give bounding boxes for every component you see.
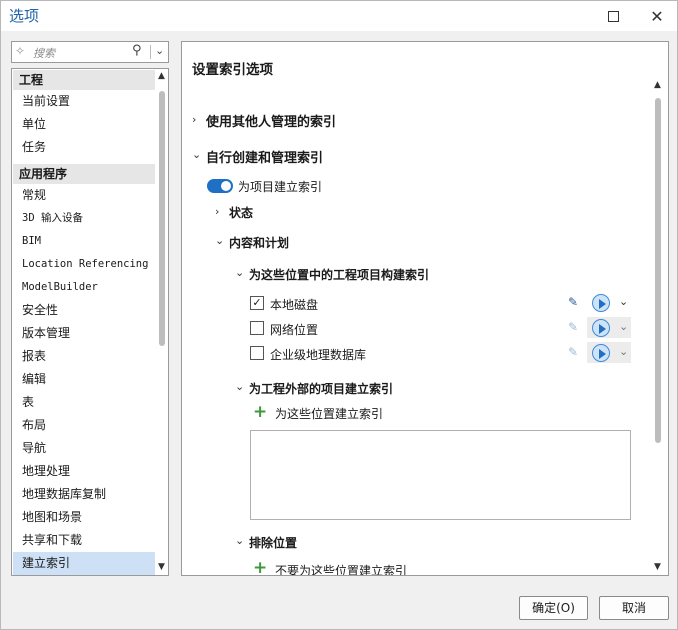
ok-button[interactable]: 确定(O) <box>519 596 588 620</box>
sidebar-item-security[interactable]: 安全性 <box>13 299 155 322</box>
sidebar-item-location-referencing[interactable]: Location Referencing <box>13 253 155 276</box>
chevron-down-icon[interactable]: ⌄ <box>619 320 628 333</box>
section-project-locations[interactable]: 为这些位置中的工程项目构建索引 <box>249 266 429 283</box>
maximize-icon <box>607 10 619 22</box>
page-title: 设置索引选项 <box>192 62 273 78</box>
chevron-down-icon[interactable]: ⌄ <box>192 148 201 161</box>
section-managed-by-others[interactable]: 使用其他人管理的索引 <box>206 111 336 130</box>
settings-scroll-thumb[interactable] <box>655 98 661 443</box>
section-self-managed[interactable]: 自行创建和管理索引 <box>206 147 323 166</box>
play-icon[interactable] <box>592 294 610 312</box>
scroll-up-icon[interactable]: ▲ <box>158 71 165 81</box>
sidebar: 工程 当前设置 单位 任务 应用程序 常规 3D 输入设备 BIM Locati… <box>11 68 169 576</box>
toggle-label: 为项目建立索引 <box>238 180 323 194</box>
play-icon[interactable] <box>592 319 610 337</box>
section-status[interactable]: 状态 <box>229 204 253 221</box>
location-label-enterprise-gdb: 企业级地理数据库 <box>270 348 367 362</box>
close-icon: ✕ <box>650 6 664 26</box>
chevron-down-icon[interactable]: ⌄ <box>235 266 244 279</box>
sidebar-item-reports[interactable]: 报表 <box>13 345 155 368</box>
play-icon[interactable] <box>592 344 610 362</box>
add-locations-link[interactable]: 为这些位置建立索引 <box>275 405 383 422</box>
settings-panel: 设置索引选项 › 使用其他人管理的索引 ⌄ 自行创建和管理索引 为项目建立索引 … <box>181 41 669 576</box>
sidebar-scrollbar[interactable]: ▲ ▼ <box>156 69 168 575</box>
add-icon[interactable]: + <box>253 402 267 422</box>
chevron-down-icon[interactable]: ⌄ <box>619 345 628 358</box>
chevron-down-icon[interactable]: ⌄ <box>235 534 244 547</box>
sidebar-item-current-settings[interactable]: 当前设置 <box>13 90 155 113</box>
cancel-button[interactable]: 取消 <box>599 596 669 620</box>
checkbox-enterprise-gdb[interactable] <box>250 346 264 360</box>
sidebar-item-table[interactable]: 表 <box>13 391 155 414</box>
pencil-icon[interactable]: ✎ <box>568 320 578 334</box>
pencil-icon[interactable]: ✎ <box>568 345 578 359</box>
sparkle-icon: ✧ <box>15 44 26 58</box>
checkbox-local-disk[interactable]: ✓ <box>250 296 264 310</box>
add-icon[interactable]: + <box>253 558 267 575</box>
sidebar-group-project: 工程 <box>13 70 155 90</box>
section-content-plan[interactable]: 内容和计划 <box>229 234 289 251</box>
search-divider <box>150 45 151 59</box>
sidebar-item-units[interactable]: 单位 <box>13 113 155 136</box>
sidebar-item-gdb-replication[interactable]: 地理数据库复制 <box>13 483 155 506</box>
options-dialog: 选项 ✕ ✧ 搜索 ⚲ ⌄ 工程 当前设置 单位 任务 应用程序 常规 3D 输… <box>0 0 678 630</box>
title-bar: 选项 ✕ <box>1 1 677 31</box>
sidebar-item-modelbuilder[interactable]: ModelBuilder <box>13 276 155 299</box>
section-external-items[interactable]: 为工程外部的项目建立索引 <box>249 380 393 397</box>
chevron-down-icon[interactable]: ⌄ <box>215 234 224 247</box>
chevron-down-icon[interactable]: ⌄ <box>235 380 244 393</box>
sidebar-item-general[interactable]: 常规 <box>13 184 155 207</box>
sidebar-item-geoprocessing[interactable]: 地理处理 <box>13 460 155 483</box>
maximize-button[interactable] <box>602 5 624 27</box>
checkbox-network-location[interactable] <box>250 321 264 335</box>
sidebar-item-tasks[interactable]: 任务 <box>13 136 155 159</box>
sidebar-item-bim[interactable]: BIM <box>13 230 155 253</box>
scroll-down-icon[interactable]: ▼ <box>158 562 165 572</box>
sidebar-item-maps-scenes[interactable]: 地图和场景 <box>13 506 155 529</box>
search-input[interactable]: 搜索 <box>33 45 55 61</box>
sidebar-item-3d-input[interactable]: 3D 输入设备 <box>13 207 155 230</box>
index-toggle[interactable] <box>207 179 233 193</box>
sidebar-group-application: 应用程序 <box>13 164 155 184</box>
scroll-down-icon[interactable]: ▼ <box>654 562 661 572</box>
pencil-icon[interactable]: ✎ <box>568 295 578 309</box>
sidebar-item-layout[interactable]: 布局 <box>13 414 155 437</box>
search-box[interactable]: ✧ 搜索 ⚲ ⌄ <box>11 41 169 63</box>
scroll-up-icon[interactable]: ▲ <box>654 80 661 90</box>
sidebar-item-versioning[interactable]: 版本管理 <box>13 322 155 345</box>
close-button[interactable]: ✕ <box>646 5 668 27</box>
chevron-right-icon[interactable]: › <box>215 205 219 218</box>
section-exclude[interactable]: 排除位置 <box>249 534 297 551</box>
location-label-network: 网络位置 <box>270 323 319 337</box>
settings-scrollbar[interactable]: ▲ ▼ <box>652 80 665 574</box>
sidebar-item-editing[interactable]: 编辑 <box>13 368 155 391</box>
sidebar-item-navigation[interactable]: 导航 <box>13 437 155 460</box>
chevron-right-icon[interactable]: › <box>192 113 196 126</box>
sidebar-item-share-download[interactable]: 共享和下载 <box>13 529 155 552</box>
dialog-title: 选项 <box>9 7 40 25</box>
sidebar-item-indexing[interactable]: 建立索引 <box>13 552 155 575</box>
location-label-local-disk: 本地磁盘 <box>270 298 319 312</box>
toggle-knob <box>221 181 231 191</box>
search-icon[interactable]: ⚲ <box>132 43 142 58</box>
sidebar-scroll-thumb[interactable] <box>159 91 165 346</box>
chevron-down-icon[interactable]: ⌄ <box>155 44 164 57</box>
external-locations-list[interactable] <box>250 430 631 520</box>
chevron-down-icon[interactable]: ⌄ <box>619 295 628 308</box>
exclude-add-link[interactable]: 不要为这些位置建立索引 <box>275 562 407 575</box>
